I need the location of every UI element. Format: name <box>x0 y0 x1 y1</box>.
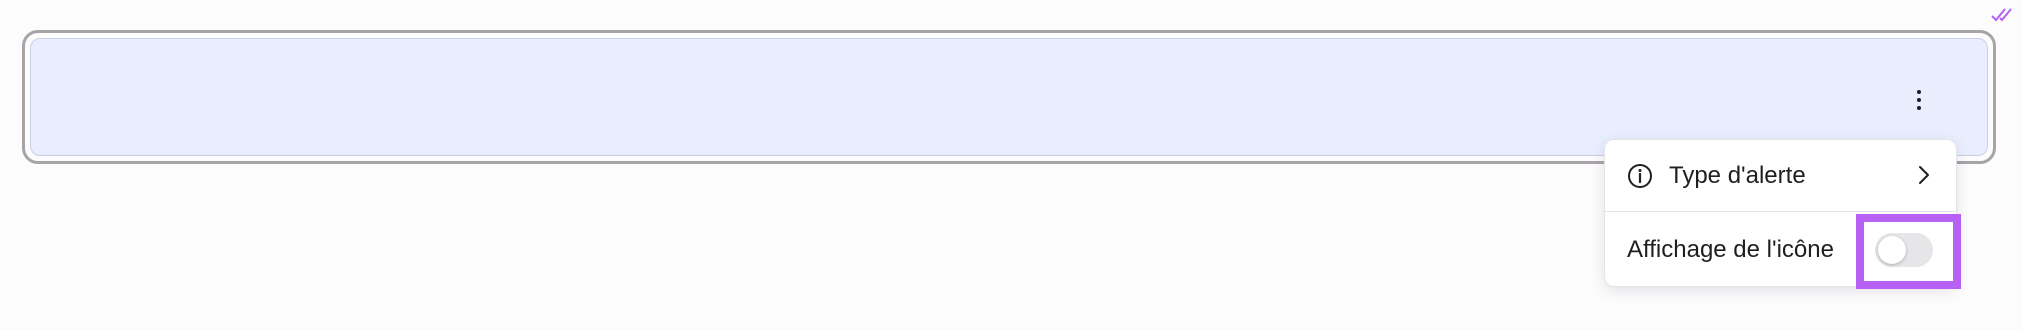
toggle-knob <box>1878 236 1906 264</box>
kebab-dot <box>1917 98 1921 102</box>
menu-item-label: Affichage de l'icône <box>1627 236 1834 263</box>
chevron-right-icon <box>1919 166 1929 184</box>
page-canvas: Type d'alerte Affichage de l'icône <box>0 0 2022 330</box>
double-check-icon <box>1991 8 2012 22</box>
icon-display-toggle[interactable] <box>1875 233 1933 267</box>
kebab-dot <box>1917 106 1921 110</box>
kebab-dot <box>1917 90 1921 94</box>
more-options-icon[interactable] <box>1908 84 1930 116</box>
menu-item-alert-type[interactable]: Type d'alerte <box>1605 140 1956 212</box>
menu-item-label: Type d'alerte <box>1669 161 1806 189</box>
info-icon <box>1628 163 1652 188</box>
